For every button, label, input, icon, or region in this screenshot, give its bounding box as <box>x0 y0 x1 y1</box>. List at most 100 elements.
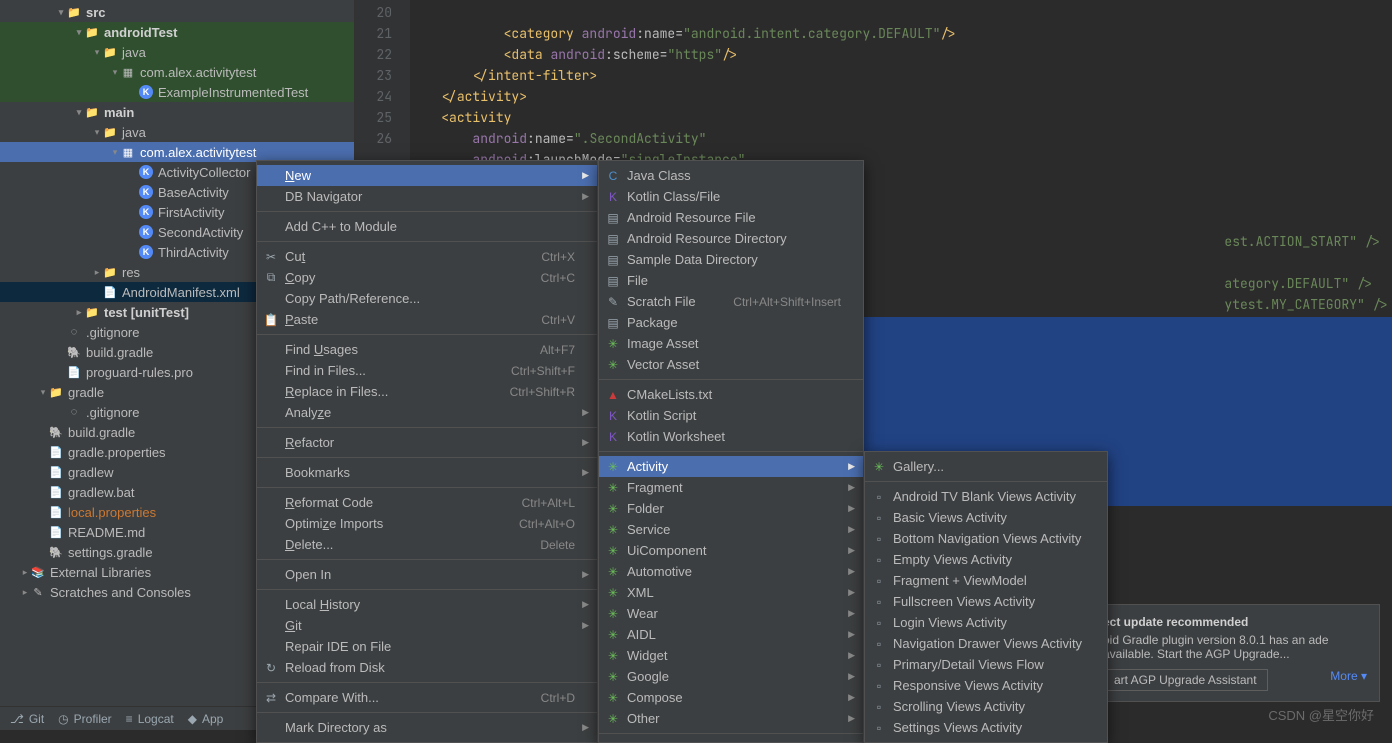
menu-label: Package <box>627 315 841 330</box>
menu-item[interactable]: KKotlin Worksheet <box>599 426 863 447</box>
submenu-arrow-icon: ▶ <box>848 608 855 619</box>
menu-item[interactable]: Bookmarks▶ <box>257 462 597 483</box>
menu-item[interactable]: Optimize ImportsCtrl+Alt+O <box>257 513 597 534</box>
menu-item[interactable]: Open In▶ <box>257 564 597 585</box>
submenu-activity[interactable]: ✳Gallery... ▫Android TV Blank Views Activ… <box>864 451 1108 743</box>
menu-item[interactable]: ✳XML▶ <box>599 582 863 603</box>
menu-item[interactable]: ✳Service▶ <box>599 519 863 540</box>
folder-blue-icon: 📁 <box>102 44 118 60</box>
menu-item[interactable]: Find in Files...Ctrl+Shift+F <box>257 360 597 381</box>
tree-item[interactable]: ▾📁main <box>0 102 354 122</box>
menu-item[interactable]: DB Navigator▶ <box>257 186 597 207</box>
menu-item[interactable]: ✳Widget▶ <box>599 645 863 666</box>
menu-icon: ✳ <box>605 502 621 516</box>
menu-item[interactable]: Delete...Delete <box>257 534 597 555</box>
toolwin-git[interactable]: ⎇ Git <box>10 712 44 726</box>
tree-item[interactable]: ▾📁androidTest <box>0 22 354 42</box>
menu-item[interactable]: Find UsagesAlt+F7 <box>257 339 597 360</box>
menu-item[interactable]: Replace in Files...Ctrl+Shift+R <box>257 381 597 402</box>
menu-item[interactable]: CJava Class <box>599 165 863 186</box>
menu-item[interactable]: ✎Scratch FileCtrl+Alt+Shift+Insert <box>599 291 863 312</box>
menu-item[interactable]: ✳Folder▶ <box>599 498 863 519</box>
menu-item[interactable]: ✳Activity▶ <box>599 456 863 477</box>
menu-item[interactable]: ▲CMakeLists.txt <box>599 384 863 405</box>
menu-item[interactable]: Refactor▶ <box>257 432 597 453</box>
menu-icon: ▫ <box>871 595 887 609</box>
menu-item[interactable]: Git▶ <box>257 615 597 636</box>
menu-item[interactable]: ▫Primary/Detail Views Flow <box>865 654 1107 675</box>
menu-item[interactable]: Analyze▶ <box>257 402 597 423</box>
tree-item[interactable]: ▾▦com.alex.activitytest <box>0 142 354 162</box>
menu-item[interactable]: ▫Android TV Blank Views Activity <box>865 486 1107 507</box>
gradle-icon: 🐘 <box>66 344 82 360</box>
menu-item[interactable]: ✳Other▶ <box>599 708 863 729</box>
menu-item[interactable]: ✳Google▶ <box>599 666 863 687</box>
tree-label: BaseActivity <box>158 185 229 200</box>
kclass-icon: K <box>138 224 154 240</box>
notif-action-button[interactable]: art AGP Upgrade Assistant <box>1103 669 1268 691</box>
menu-label: Java Class <box>627 168 841 183</box>
menu-item[interactable]: ▤Package <box>599 312 863 333</box>
menu-item[interactable]: ✳ Wear ▶ <box>599 603 863 624</box>
menu-item[interactable]: 📋PasteCtrl+V <box>257 309 597 330</box>
tree-item[interactable]: ▾📁java <box>0 42 354 62</box>
menu-item[interactable]: New▶ <box>257 165 597 186</box>
menu-item[interactable]: ▤Sample Data Directory <box>599 249 863 270</box>
menu-item[interactable]: ✳Compose▶ <box>599 687 863 708</box>
menu-item[interactable]: Add C++ to Module <box>257 216 597 237</box>
menu-item[interactable]: ▫Fragment + ViewModel <box>865 570 1107 591</box>
toolwin-profiler[interactable]: ◷ Profiler <box>58 712 112 726</box>
menu-item[interactable]: KKotlin Script <box>599 405 863 426</box>
menu-label: Compare With... <box>285 690 517 705</box>
menu-item[interactable]: ↻Reload from Disk <box>257 657 597 678</box>
menu-label: New <box>285 168 575 183</box>
menu-item[interactable]: ✂CutCtrl+X <box>257 246 597 267</box>
menu-item[interactable]: ▤Android Resource Directory <box>599 228 863 249</box>
toolwin-logcat[interactable]: ≡ Logcat <box>126 712 174 726</box>
notif-more-link[interactable]: More ▾ <box>1330 669 1367 683</box>
menu-item[interactable]: ▫Settings Views Activity <box>865 717 1107 738</box>
submenu-arrow-icon: ▶ <box>848 545 855 556</box>
menu-item[interactable]: ▫Scrolling Views Activity <box>865 696 1107 717</box>
prop-icon: 📄 <box>48 504 64 520</box>
menu-item[interactable]: ▫Empty Views Activity <box>865 549 1107 570</box>
menu-item[interactable]: ✳Vector Asset <box>599 354 863 375</box>
menu-item[interactable]: ⇄Compare With...Ctrl+D <box>257 687 597 708</box>
menu-item[interactable]: KKotlin Class/File <box>599 186 863 207</box>
tree-item[interactable]: ▾📁java <box>0 122 354 142</box>
code-fragment: est.ACTION_START" /> <box>1224 233 1380 250</box>
menu-item[interactable]: ▫Navigation Drawer Views Activity <box>865 633 1107 654</box>
git-icon: ◌ <box>66 404 82 420</box>
menu-item[interactable]: Copy Path/Reference... <box>257 288 597 309</box>
menu-item[interactable]: ✳UiComponent▶ <box>599 540 863 561</box>
menu-icon: ▫ <box>871 658 887 672</box>
tree-item[interactable]: ▾▦com.alex.activitytest <box>0 62 354 82</box>
menu-item[interactable]: ▫Responsive Views Activity <box>865 675 1107 696</box>
tree-item[interactable]: KExampleInstrumentedTest <box>0 82 354 102</box>
menu-item[interactable]: ✳Fragment▶ <box>599 477 863 498</box>
notification-balloon[interactable]: ect update recommended oid Gradle plugin… <box>1090 604 1380 702</box>
menu-item[interactable]: ▫Basic Views Activity <box>865 507 1107 528</box>
menu-item[interactable]: ▤Android Resource File <box>599 207 863 228</box>
menu-item[interactable]: ✳Gallery... <box>865 456 1107 477</box>
menu-item[interactable]: ▤File <box>599 270 863 291</box>
menu-label: Wear <box>627 606 841 621</box>
menu-item[interactable]: ✳AIDL▶ <box>599 624 863 645</box>
menu-item[interactable]: ✳Automotive▶ <box>599 561 863 582</box>
menu-item[interactable]: Repair IDE on File <box>257 636 597 657</box>
submenu-new[interactable]: CJava ClassKKotlin Class/File▤Android Re… <box>598 160 864 743</box>
toolwin-app[interactable]: ◆ App <box>188 712 224 726</box>
menu-icon: ▤ <box>605 253 621 267</box>
menu-item[interactable]: ⧉CopyCtrl+C <box>257 267 597 288</box>
menu-item[interactable]: Local History▶ <box>257 594 597 615</box>
menu-item[interactable]: ▫Fullscreen Views Activity <box>865 591 1107 612</box>
menu-item[interactable]: ▫Bottom Navigation Views Activity <box>865 528 1107 549</box>
menu-icon: ✳ <box>605 607 621 621</box>
shortcut: Ctrl+Alt+L <box>522 496 575 510</box>
menu-item[interactable]: Mark Directory as▶ <box>257 717 597 738</box>
context-menu[interactable]: New▶DB Navigator▶ Add C++ to Module ✂CutCt… <box>256 160 598 743</box>
menu-item[interactable]: ▫Login Views Activity <box>865 612 1107 633</box>
tree-item[interactable]: ▾📁src <box>0 2 354 22</box>
menu-item[interactable]: Reformat CodeCtrl+Alt+L <box>257 492 597 513</box>
menu-item[interactable]: ✳Image Asset <box>599 333 863 354</box>
